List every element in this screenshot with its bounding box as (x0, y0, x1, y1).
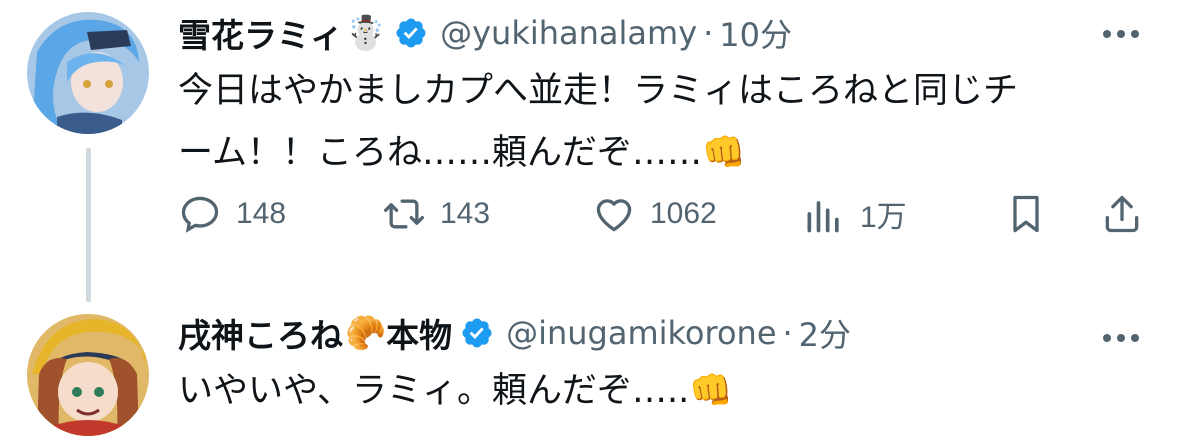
handle[interactable]: @inugamikorone (506, 314, 776, 352)
like-icon (596, 199, 632, 232)
views-icon (807, 201, 839, 233)
tweet[interactable]: 戌神ころね 🥐 本物 @inugamikorone · 2分 いやいや、ラミィ。… (0, 300, 1179, 442)
retweet-button[interactable]: 143 (382, 186, 490, 242)
separator: · (782, 314, 793, 352)
bookmark-icon (1013, 195, 1039, 233)
snowman-emoji: ☃️ (345, 13, 387, 52)
handle[interactable]: @yukihanalamy (440, 14, 697, 52)
reply-count: 148 (236, 197, 287, 230)
like-count: 1062 (650, 197, 717, 230)
share-icon (1105, 195, 1139, 233)
more-icon[interactable] (1101, 318, 1141, 358)
verified-icon (460, 316, 494, 350)
more-icon[interactable] (1101, 14, 1141, 54)
views-count: 1万 (860, 201, 907, 234)
tweet-header: 戌神ころね 🥐 本物 @inugamikorone · 2分 (178, 308, 851, 358)
croissant-emoji: 🥐 (345, 313, 387, 352)
tweet-text: いやいや、ラミィ。頼んだぞ…..👊 (178, 360, 1138, 422)
reply-button[interactable]: 148 (178, 186, 286, 242)
display-name[interactable]: 雪花ラミィ (178, 9, 343, 57)
tweet-text-line: ーム！！ころね……頼んだぞ……👊 (178, 133, 746, 173)
tweet-text: 今日はやかましカプへ並走！ラミィはころねと同じチ ーム！！ころね……頼んだぞ……… (178, 60, 1138, 184)
tweet-text-line: 今日はやかましカプへ並走！ラミィはころねと同じチ (178, 71, 1019, 111)
bookmark-button[interactable] (1004, 186, 1048, 242)
retweet-count: 143 (440, 197, 491, 230)
tweet-text-line: いやいや、ラミィ。頼んだぞ…..👊 (178, 371, 733, 411)
avatar[interactable] (27, 314, 149, 436)
separator: · (703, 14, 714, 52)
share-button[interactable] (1100, 186, 1144, 242)
action-bar: 148 143 1062 1万 (178, 186, 1148, 242)
views-button[interactable]: 1万 (802, 186, 907, 242)
tweet[interactable]: 雪花ラミィ ☃️ @yukihanalamy · 10分 今日はやかましカプへ並… (0, 0, 1179, 302)
verified-icon (394, 16, 428, 50)
avatar[interactable] (27, 12, 149, 134)
like-button[interactable]: 1062 (592, 186, 717, 242)
thread-line (86, 148, 91, 302)
retweet-icon (384, 199, 424, 229)
display-name[interactable]: 戌神ころね (178, 309, 343, 357)
timestamp[interactable]: 10分 (719, 10, 792, 56)
reply-icon (181, 196, 219, 233)
timestamp[interactable]: 2分 (799, 310, 851, 356)
display-name-suffix[interactable]: 本物 (386, 309, 452, 357)
tweet-header: 雪花ラミィ ☃️ @yukihanalamy · 10分 (178, 8, 792, 58)
